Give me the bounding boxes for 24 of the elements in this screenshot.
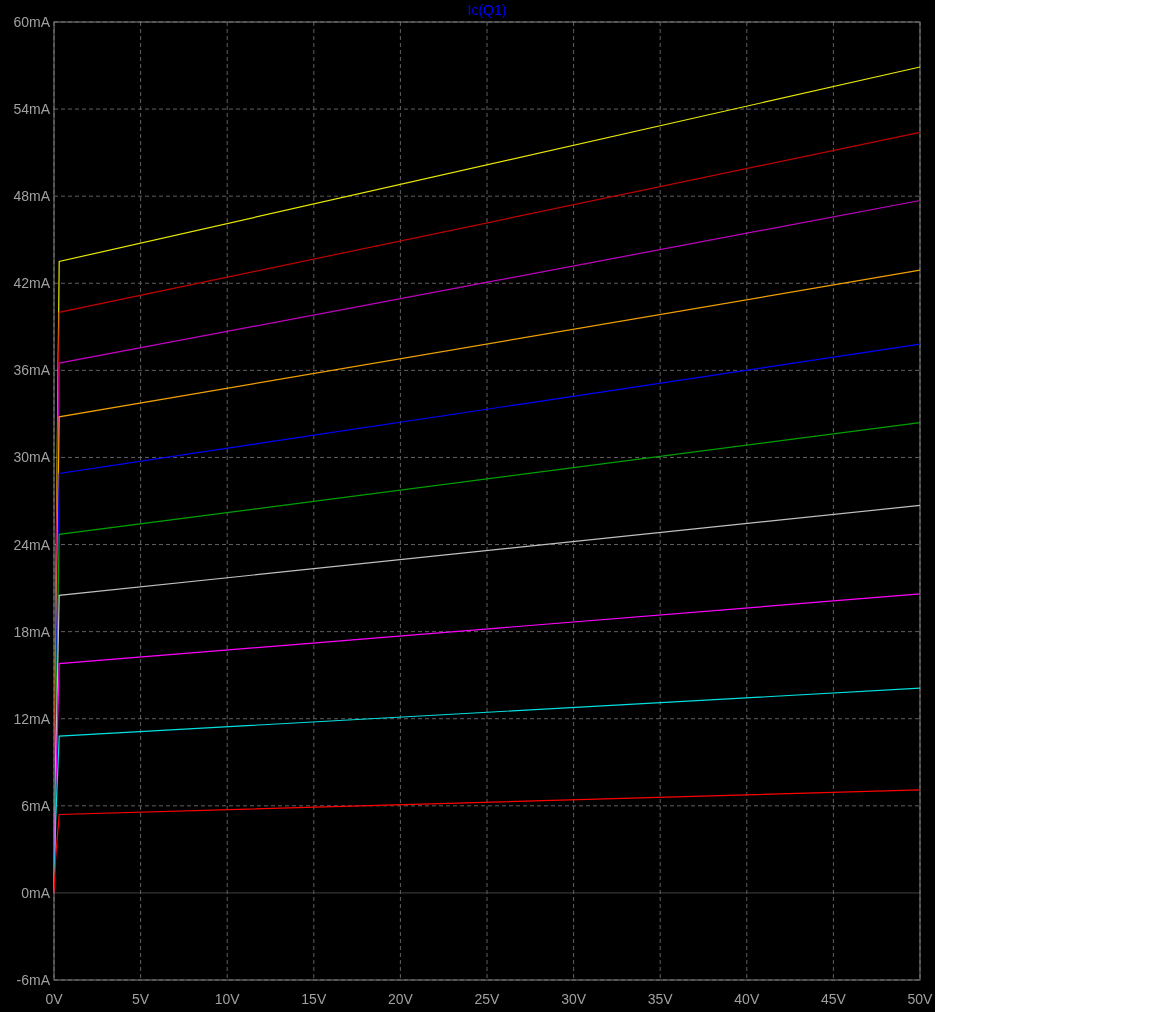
y-axis-label: 12mA (13, 710, 50, 727)
plot-title: Ic(Q1) (467, 2, 507, 18)
x-axis-label: 10V (214, 991, 240, 1007)
x-axis-label: 0V (45, 991, 63, 1007)
y-axis-label: 54mA (13, 101, 50, 118)
x-axis-label: 40V (734, 991, 760, 1007)
y-axis-label: 36mA (13, 362, 50, 379)
x-axis-label: 20V (387, 991, 413, 1007)
y-axis-label: 6mA (21, 797, 50, 814)
y-axis-label: 42mA (13, 275, 50, 292)
x-axis-label: 15V (301, 991, 327, 1007)
y-axis-label: 0mA (21, 884, 50, 901)
y-axis-label: 60mA (13, 14, 50, 30)
x-axis-label: 50V (907, 991, 933, 1007)
x-axis-label: 5V (132, 991, 150, 1007)
x-axis-label: 25V (474, 991, 500, 1007)
y-axis-label: 30mA (13, 449, 50, 466)
y-axis-label: 18mA (13, 623, 50, 640)
x-axis-label: 45V (820, 991, 846, 1007)
x-axis-label: 35V (647, 991, 673, 1007)
x-axis-label: 30V (561, 991, 587, 1007)
y-axis-label: 24mA (13, 536, 50, 553)
y-axis-label: 48mA (13, 188, 50, 205)
y-axis-label: -6mA (16, 972, 50, 988)
